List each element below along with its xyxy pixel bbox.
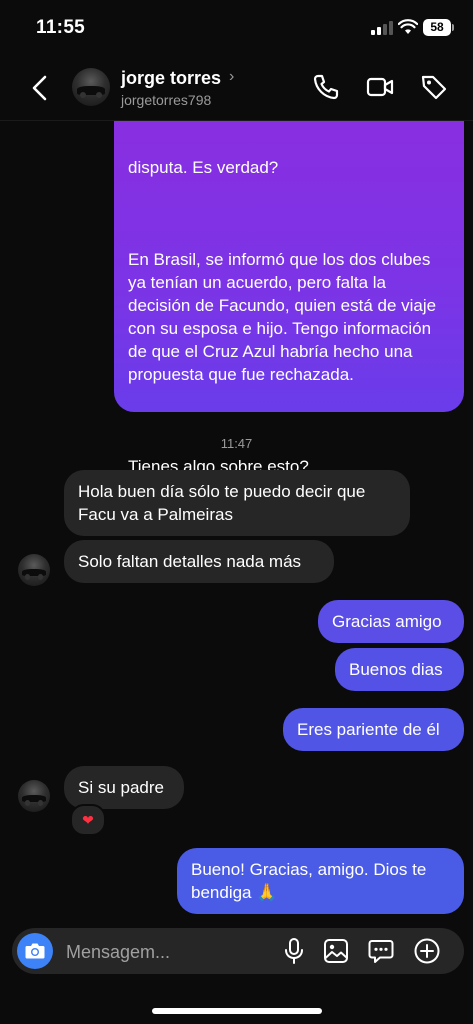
sender-avatar[interactable] [18, 554, 50, 586]
message-input[interactable] [64, 928, 268, 976]
add-icon[interactable] [413, 937, 441, 965]
contact-avatar[interactable] [72, 68, 110, 106]
message-composer [12, 928, 464, 976]
message-text: disputa. Es verdad? [128, 158, 279, 177]
status-time: 11:55 [36, 17, 86, 38]
phone-icon[interactable] [311, 72, 341, 102]
message-timestamp: 11:47 [220, 436, 253, 451]
incoming-message[interactable]: Si su padre [64, 766, 184, 809]
message-thread[interactable]: disputa. Es verdad? En Brasil, se inform… [0, 100, 473, 920]
outgoing-message[interactable]: Buenos dias [335, 648, 464, 691]
outgoing-message[interactable]: Bueno! Gracias, amigo. Dios te bendiga 🙏 [177, 848, 464, 914]
back-icon[interactable] [26, 72, 54, 104]
home-indicator[interactable] [152, 1008, 322, 1014]
microphone-icon[interactable] [280, 937, 308, 965]
status-bar: 11:55 58 [0, 0, 473, 58]
incoming-message[interactable]: Solo faltan detalles nada más [64, 540, 334, 583]
video-icon[interactable] [365, 72, 395, 102]
sender-avatar[interactable] [18, 780, 50, 812]
battery-tip [452, 24, 454, 31]
battery-level: 58 [423, 19, 451, 36]
incoming-message[interactable]: Hola buen día sólo te puedo decir que Fa… [64, 470, 410, 536]
chevron-right-icon[interactable]: › [229, 68, 234, 86]
contact-name[interactable]: jorge torres [121, 68, 221, 89]
outgoing-message[interactable]: Eres pariente de él [283, 708, 464, 751]
camera-icon [25, 943, 45, 959]
sticker-icon[interactable] [367, 937, 395, 965]
message-text: En Brasil, se informó que los dos clubes… [128, 250, 441, 384]
heart-reaction-icon[interactable]: ❤ [70, 804, 106, 836]
tag-icon[interactable] [419, 72, 449, 102]
cellular-signal-icon [371, 21, 393, 35]
outgoing-message[interactable]: Gracias amigo [318, 600, 464, 643]
outgoing-message-long[interactable]: disputa. Es verdad? En Brasil, se inform… [114, 100, 464, 499]
wifi-icon [398, 19, 418, 34]
camera-button[interactable] [17, 933, 53, 969]
chat-header: jorge torres › jorgetorres798 [0, 58, 473, 121]
contact-username: jorgetorres798 [121, 92, 212, 108]
gallery-icon[interactable] [322, 937, 350, 965]
